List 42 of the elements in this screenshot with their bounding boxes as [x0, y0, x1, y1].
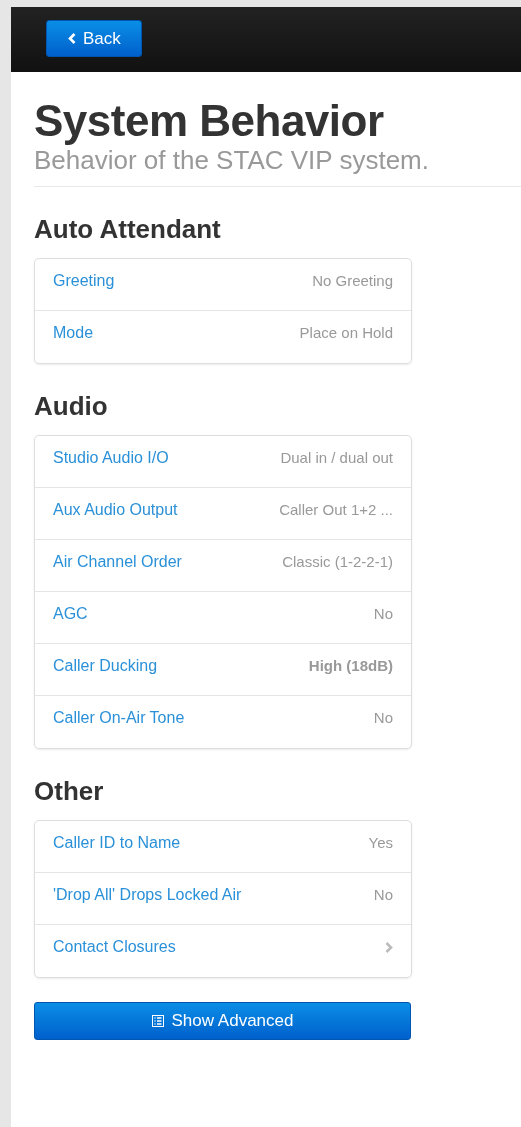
- setting-value: Place on Hold: [299, 323, 393, 341]
- setting-value: Caller Out 1+2 ...: [279, 500, 393, 518]
- settings-row[interactable]: AGC No: [35, 591, 411, 644]
- setting-value: No: [373, 604, 393, 622]
- setting-label: Caller On-Air Tone: [53, 709, 185, 727]
- page-title: System Behavior: [34, 95, 385, 146]
- settings-row[interactable]: Contact Closures: [35, 924, 411, 977]
- list-icon: [151, 1015, 164, 1027]
- setting-value: Classic (1-2-2-1): [282, 552, 393, 570]
- settings-row[interactable]: Air Channel Order Classic (1-2-2-1): [35, 539, 411, 592]
- section-heading: Auto Attendant: [34, 213, 222, 246]
- setting-label: 'Drop All' Drops Locked Air: [53, 886, 242, 904]
- setting-value: Yes: [368, 833, 393, 851]
- back-button[interactable]: Back: [46, 20, 142, 57]
- settings-row[interactable]: Caller Ducking High (18dB): [35, 643, 411, 696]
- setting-value: Dual in / dual out: [280, 448, 393, 466]
- setting-value: No Greeting: [312, 271, 393, 289]
- setting-label: Greeting: [53, 272, 115, 290]
- setting-value: High (18dB): [308, 656, 393, 674]
- setting-label: Caller ID to Name: [53, 834, 181, 852]
- show-advanced-button[interactable]: Show Advanced: [34, 1002, 411, 1040]
- setting-value: No: [373, 708, 393, 726]
- page-subtitle: Behavior of the STAC VIP system.: [34, 146, 430, 174]
- setting-value: No: [373, 885, 393, 903]
- setting-label: Air Channel Order: [53, 553, 182, 571]
- setting-label: Mode: [53, 324, 94, 342]
- settings-row[interactable]: Greeting No Greeting: [35, 259, 411, 311]
- chevron-left-icon: [68, 33, 76, 44]
- settings-row[interactable]: Caller ID to Name Yes: [35, 821, 411, 873]
- setting-label: Aux Audio Output: [53, 501, 178, 519]
- settings-row[interactable]: Caller On-Air Tone No: [35, 695, 411, 748]
- setting-label: Contact Closures: [53, 938, 176, 956]
- settings-row[interactable]: Aux Audio Output Caller Out 1+2 ...: [35, 487, 411, 540]
- setting-label: AGC: [53, 605, 88, 623]
- chevron-right-icon: [385, 941, 393, 953]
- settings-row[interactable]: Studio Audio I/O Dual in / dual out: [35, 436, 411, 488]
- settings-row[interactable]: 'Drop All' Drops Locked Air No: [35, 872, 411, 925]
- section-heading: Audio: [34, 390, 109, 423]
- settings-row[interactable]: Mode Place on Hold: [35, 310, 411, 363]
- setting-label: Caller Ducking: [53, 657, 158, 675]
- setting-label: Studio Audio I/O: [53, 449, 169, 467]
- section-heading: Other: [34, 775, 105, 808]
